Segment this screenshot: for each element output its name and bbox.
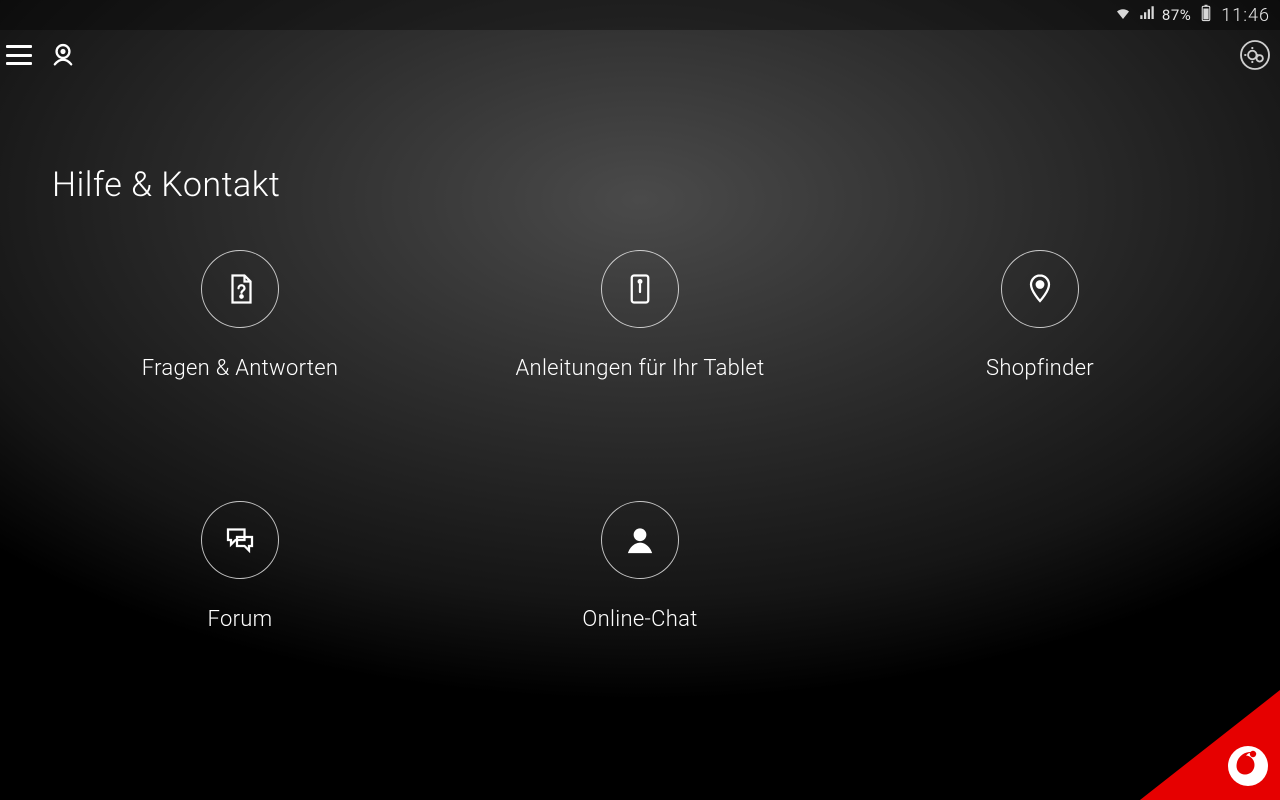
- tile-faq-label: Fragen & Antworten: [142, 356, 339, 381]
- tile-forum-label: Forum: [208, 607, 273, 632]
- battery-percent: 87%: [1162, 6, 1191, 24]
- tile-online-chat-label: Online-Chat: [582, 607, 697, 632]
- tile-grid: Fragen & Antworten Anleitungen für Ihr T…: [0, 250, 1280, 632]
- chat-bubbles-icon: [201, 501, 279, 579]
- tile-guides[interactable]: Anleitungen für Ihr Tablet: [440, 250, 840, 381]
- page-title: Hilfe & Kontakt: [52, 165, 280, 205]
- profile-icon[interactable]: [44, 36, 82, 74]
- wifi-icon: [1114, 4, 1132, 26]
- status-bar: 87% 11:46: [0, 0, 1280, 30]
- tile-forum[interactable]: Forum: [40, 501, 440, 632]
- faq-icon: [201, 250, 279, 328]
- status-clock: 11:46: [1221, 5, 1270, 26]
- person-icon: [601, 501, 679, 579]
- tile-guides-label: Anleitungen für Ihr Tablet: [516, 356, 765, 381]
- tile-faq[interactable]: Fragen & Antworten: [40, 250, 440, 381]
- battery-icon: [1197, 4, 1215, 26]
- signal-icon: [1138, 4, 1156, 26]
- tile-shopfinder[interactable]: Shopfinder: [840, 250, 1240, 381]
- menu-button[interactable]: [6, 45, 32, 65]
- action-bar: [0, 30, 1280, 80]
- tile-shopfinder-label: Shopfinder: [986, 356, 1094, 381]
- vodafone-logo-icon: [1226, 744, 1270, 792]
- settings-button[interactable]: [1236, 36, 1274, 74]
- location-pin-icon: [1001, 250, 1079, 328]
- tile-online-chat[interactable]: Online-Chat: [440, 501, 840, 632]
- tablet-icon: [601, 250, 679, 328]
